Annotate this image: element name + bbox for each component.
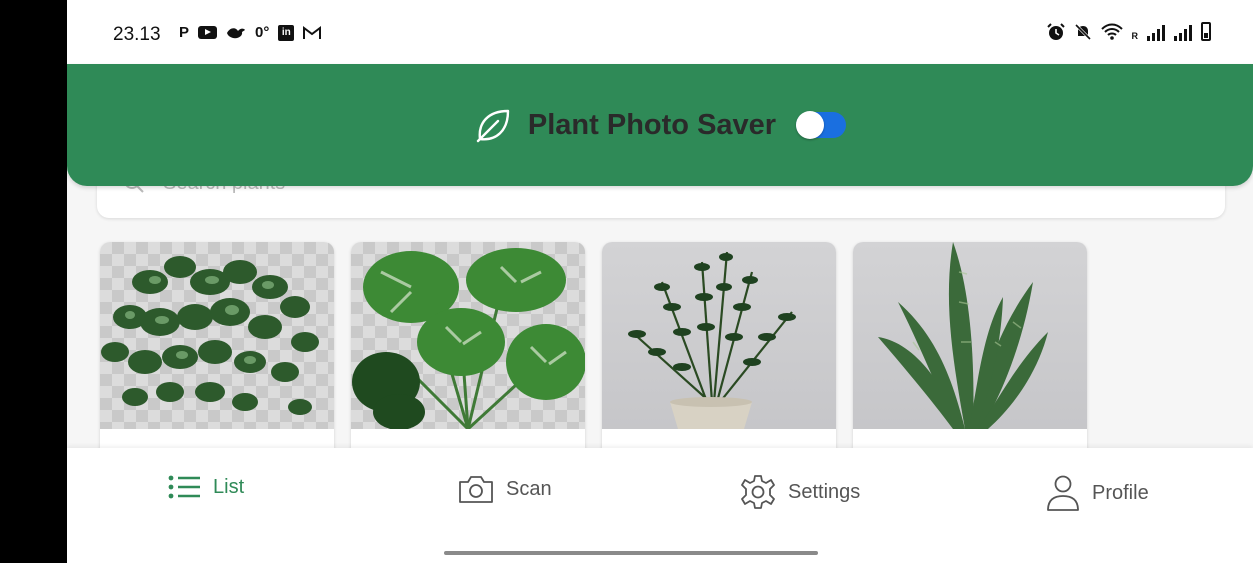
list-icon	[168, 475, 200, 499]
alarm-icon	[1046, 23, 1065, 40]
signal-icon	[1147, 25, 1165, 41]
bottom-navigation: List Scan Settings Profile	[67, 448, 1253, 563]
plant-card[interactable]	[100, 242, 334, 472]
nav-label-scan: Scan	[506, 477, 552, 500]
leaf-icon	[476, 109, 510, 143]
pothos-plant-image	[101, 256, 319, 415]
plant-card[interactable]	[853, 242, 1087, 472]
zz-plant-image	[628, 251, 796, 429]
toggle-knob	[796, 111, 825, 139]
temperature-text: 0°	[255, 24, 270, 41]
nav-item-profile[interactable]: Profile	[1046, 474, 1149, 512]
gmail-icon	[303, 25, 322, 39]
plant-photo	[351, 242, 585, 429]
app-title: Plant Photo Saver	[527, 108, 777, 141]
status-time: 23.13	[113, 24, 161, 45]
status-notification-icons: P 0° in	[179, 24, 322, 41]
status-system-icons: R	[1046, 22, 1211, 41]
gear-icon	[741, 475, 775, 509]
battery-icon	[1201, 22, 1211, 41]
home-indicator[interactable]	[444, 551, 818, 555]
wifi-icon	[1100, 23, 1123, 40]
nav-item-scan[interactable]: Scan	[458, 474, 552, 504]
nav-item-list[interactable]: List	[167, 474, 244, 500]
linkedin-icon: in	[278, 24, 295, 41]
plant-photo	[853, 242, 1087, 429]
nav-label-settings: Settings	[788, 480, 861, 503]
left-black-bar	[0, 0, 67, 563]
app-screen: 23.13 P 0° in R Plant Photo Saver List S…	[67, 0, 1253, 563]
monstera-plant-image	[352, 248, 585, 429]
nav-item-settings[interactable]: Settings	[740, 474, 860, 510]
nav-label-list: List	[213, 475, 245, 498]
app-header: Plant Photo Saver	[67, 64, 1253, 186]
user-icon	[1047, 475, 1079, 511]
nav-label-profile: Profile	[1092, 481, 1149, 504]
plant-card[interactable]	[602, 242, 836, 472]
snake-plant-image	[878, 242, 1048, 429]
plant-grid	[100, 242, 1087, 472]
plant-card[interactable]	[351, 242, 585, 472]
roaming-label: R	[1131, 31, 1139, 41]
header-toggle-switch[interactable]	[796, 111, 847, 139]
status-bar: 23.13 P 0° in R	[67, 0, 1253, 64]
plant-photo	[100, 242, 334, 429]
plant-photo	[602, 242, 836, 429]
bird-icon	[227, 27, 246, 38]
signal-icon	[1174, 25, 1192, 41]
p-notification-icon: P	[179, 24, 190, 41]
youtube-icon	[198, 26, 218, 39]
mute-icon	[1074, 23, 1091, 41]
camera-icon	[459, 476, 493, 503]
